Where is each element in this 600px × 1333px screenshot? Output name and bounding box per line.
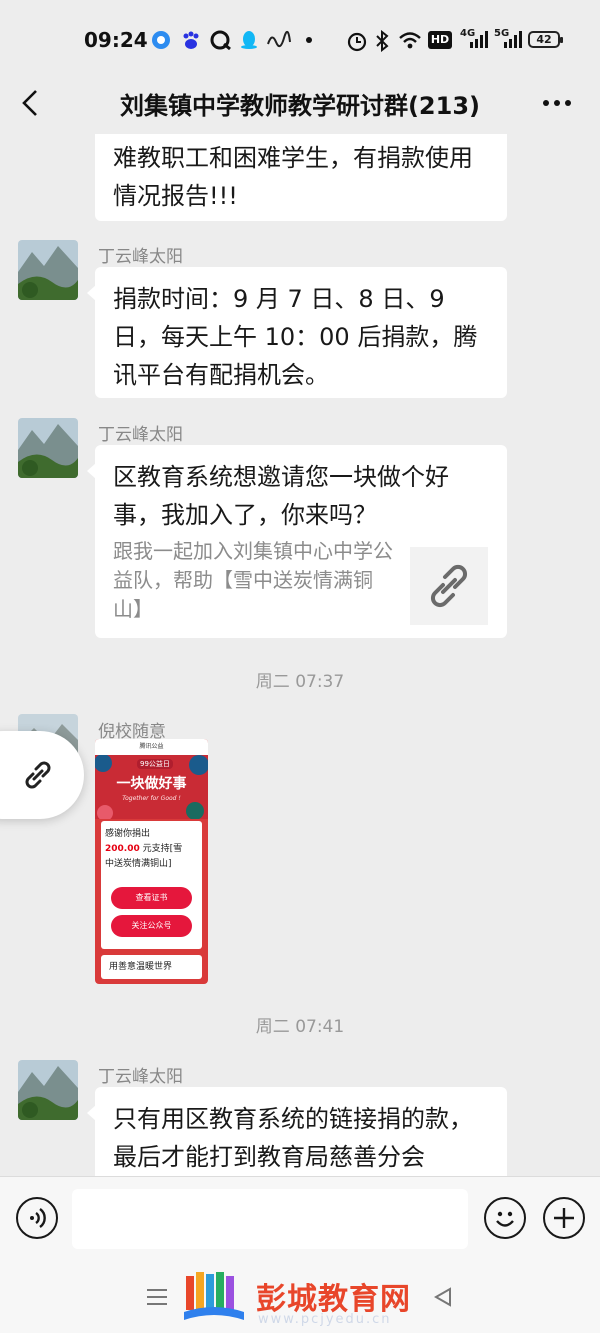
floating-link-window[interactable] — [0, 731, 84, 819]
avatar[interactable] — [18, 418, 78, 478]
baidu-icon — [183, 31, 199, 49]
sender-name: 丁云峰太阳 — [98, 247, 183, 267]
q-icon — [210, 30, 231, 50]
watermark-book-logo-icon — [184, 1272, 244, 1320]
more-options-icon[interactable] — [542, 98, 572, 108]
thanks-line2: 200.00 元支持[雪 — [105, 842, 182, 857]
menu-key-icon[interactable] — [146, 1288, 168, 1306]
link-title: 区教育系统想邀请您一块做个好事，我加入了，你来吗？ — [113, 463, 449, 529]
link-thumbnail — [410, 547, 488, 625]
message-bubble[interactable]: 难教职工和困难学生，有捐款使用情况报告!!! — [95, 134, 507, 221]
alarm-icon — [347, 32, 367, 52]
plus-icon — [554, 1208, 574, 1228]
message-text-input[interactable] — [72, 1189, 468, 1249]
message-input-bar — [0, 1176, 600, 1260]
browser-icon — [152, 31, 170, 49]
more-functions-button[interactable] — [543, 1197, 585, 1239]
card-tagline: Together for Good ! — [122, 795, 181, 802]
thanks-line3: 中送炭情满铜山] — [105, 859, 172, 869]
chat-title: 刘集镇中学教师教学研讨群(213) — [119, 92, 481, 120]
voice-icon — [30, 1208, 46, 1228]
link-description: 跟我一起加入刘集镇中心中学公益队，帮助【雪中送炭情满铜山】 — [113, 539, 393, 621]
nav-bar: 刘集镇中学教师教学研讨群(213) — [0, 72, 600, 134]
watermark-url: www.pcjyedu.cn — [258, 1312, 392, 1327]
signal-5g-icon — [504, 31, 522, 48]
battery-icon: 42 — [528, 31, 563, 48]
avatar-mountain-image — [18, 418, 78, 478]
view-certificate-button[interactable]: 查看证书 — [111, 887, 192, 909]
bluetooth-icon — [376, 30, 389, 52]
qq-icon — [241, 31, 257, 49]
follow-account-button[interactable]: 关注公众号 — [111, 915, 192, 937]
message-text: 只有用区教育系统的链接捐的款，最后才能打到教育局慈善分会 — [113, 1105, 473, 1171]
card-badge: 99公益日 — [137, 759, 173, 769]
avatar[interactable] — [18, 240, 78, 300]
voice-input-button[interactable] — [16, 1197, 58, 1239]
back-key-icon[interactable] — [432, 1286, 454, 1308]
link-icon — [430, 564, 468, 608]
wifi-icon — [399, 32, 421, 49]
amount-suffix: 元支持[雪 — [139, 844, 183, 854]
message-text: 捐款时间：9 月 7 日、8 日、9 日，每天上午 10：00 后捐款，腾讯平台… — [113, 285, 478, 389]
message-bubble[interactable]: 只有用区教育系统的链接捐的款，最后才能打到教育局慈善分会 — [95, 1087, 507, 1176]
handwriting-icon — [267, 31, 291, 48]
dot-icon — [306, 37, 312, 43]
message-timestamp: 周二 07:37 — [255, 672, 345, 692]
message-text: 难教职工和困难学生，有捐款使用情况报告!!! — [113, 144, 473, 210]
card-footer: 用善意温暖世界 — [101, 955, 202, 979]
system-navigation-bar: 彭城教育网 www.pcjyedu.cn — [0, 1260, 600, 1333]
sender-name: 丁云峰太阳 — [98, 425, 183, 445]
donation-amount: 200.00 — [105, 844, 140, 854]
message-timestamp: 周二 07:41 — [255, 1017, 345, 1037]
link-card-message[interactable]: 区教育系统想邀请您一块做个好事，我加入了，你来吗？ 跟我一起加入刘集镇中心中学公… — [95, 445, 507, 638]
thanks-line1: 感谢你捐出 — [105, 829, 151, 839]
card-header: 腾讯公益 — [95, 739, 208, 755]
avatar[interactable] — [18, 1060, 78, 1120]
card-hero-banner: 99公益日 一块做好事 Together for Good ! — [95, 755, 208, 819]
smiley-icon — [496, 1211, 514, 1227]
hd-icon: HD — [428, 31, 452, 49]
status-time: 09:24 — [84, 28, 148, 52]
message-bubble[interactable]: 捐款时间：9 月 7 日、8 日、9 日，每天上午 10：00 后捐款，腾讯平台… — [95, 267, 507, 398]
card-body: 感谢你捐出 200.00 元支持[雪 中送炭情满铜山] 查看证书 关注公众号 — [101, 821, 202, 949]
card-headline: 一块做好事 — [116, 776, 187, 792]
status-bar: 09:24 HD 4G 5G 42 — [0, 0, 600, 72]
sender-name: 丁云峰太阳 — [98, 1067, 183, 1087]
link-icon — [25, 761, 51, 789]
back-arrow-icon[interactable] — [16, 86, 46, 120]
chat-message-list[interactable]: 难教职工和困难学生，有捐款使用情况报告!!! 丁云峰太阳 捐款时间：9 月 7 … — [0, 134, 600, 1176]
signal-4g-icon — [470, 31, 488, 48]
emoji-button[interactable] — [484, 1197, 526, 1239]
avatar-mountain-image — [18, 1060, 78, 1120]
avatar-mountain-image — [18, 240, 78, 300]
charity-miniprogram-card[interactable]: 腾讯公益 99公益日 一块做好事 Together for Good ! 感谢你… — [95, 739, 208, 984]
